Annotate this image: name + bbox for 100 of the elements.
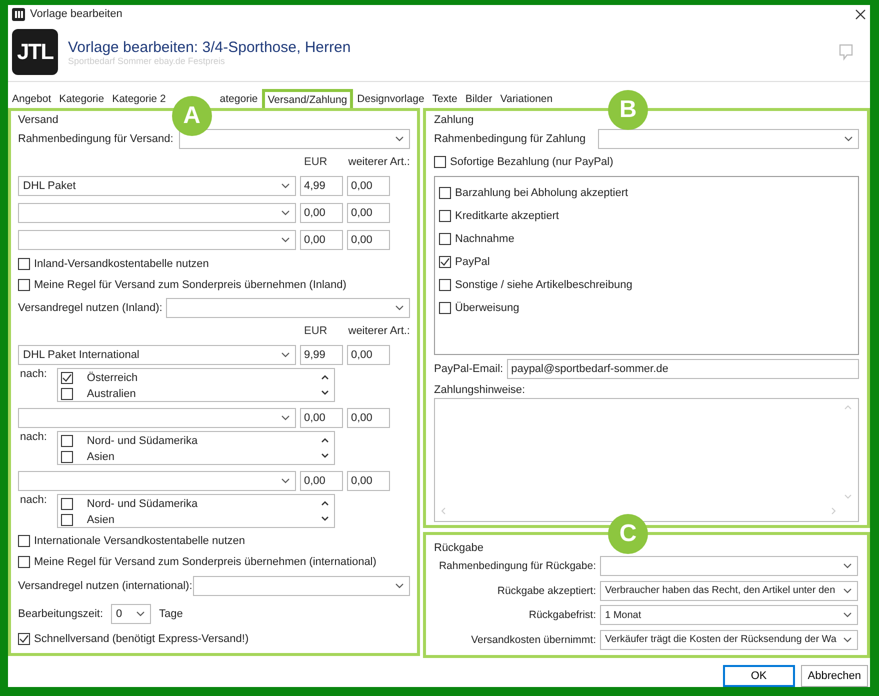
checkbox-label: Barzahlung bei Abholung akzeptiert [455,186,628,199]
list-item[interactable]: Österreich [86,372,138,384]
price-field[interactable]: 0,00 [300,470,343,490]
checkbox[interactable] [439,302,451,314]
window-title: Vorlage bearbeiten [30,8,122,20]
list-item[interactable]: Asien [86,514,114,526]
tab[interactable]: Texte [428,90,462,108]
chevron-icon [844,136,853,142]
scroll-up-icon[interactable] [320,438,329,443]
checkbox[interactable] [18,278,30,290]
price-field[interactable]: 0,00 [300,408,343,428]
dialog-button[interactable]: OK [722,665,795,687]
checkbox[interactable] [439,256,451,268]
tab[interactable]: Kategorie [55,90,108,108]
price-field[interactable]: 0,00 [347,230,390,250]
tab[interactable]: Bilder [461,90,496,108]
scroll-down-icon[interactable] [320,390,329,395]
list-item[interactable]: Asien [86,451,114,463]
annotation-badge: C [608,514,648,554]
dropdown[interactable]: 1 Monat [600,605,858,626]
tab[interactable]: Angebot [8,90,56,108]
field-label: Versandregel nutzen (Inland): [18,302,162,314]
dropdown[interactable]: DHL Paket [18,176,296,196]
price-field[interactable]: 0,00 [300,230,343,250]
price-field[interactable]: 9,99 [300,344,343,364]
field-label: Rahmenbedingung für Versand: [18,133,174,145]
checkbox-label: Kreditkarte akzeptiert [455,210,559,222]
scroll-down-icon[interactable] [320,453,329,458]
checkbox[interactable] [60,388,73,400]
checkbox[interactable] [60,451,73,463]
chevron-icon [281,210,290,216]
checkbox[interactable] [439,186,451,199]
column-header: EUR [304,325,328,337]
checkbox[interactable] [60,372,73,384]
scroll-down-icon[interactable] [320,516,329,521]
checkbox[interactable] [18,556,30,568]
scroll-up-icon[interactable] [320,375,329,380]
close-icon[interactable] [855,8,866,20]
dropdown[interactable]: Verbraucher haben das Recht, den Artikel unter den [600,580,858,601]
list-item[interactable]: Nord- und Südamerika [86,498,198,510]
tab[interactable]: Variationen [496,90,557,108]
checkbox-label: Schnellversand (benötigt Express-Versand!) [34,632,249,644]
list-item[interactable]: Nord- und Südamerika [86,435,198,447]
checkbox[interactable] [439,278,451,291]
chevron-icon [395,305,404,311]
field-label: Versandregel nutzen (international): [18,580,192,592]
dropdown[interactable]: Verkäufer trägt die Kosten der Rücksendung der Wa [600,630,858,650]
chevron-icon [843,636,852,643]
chevron-icon [843,612,852,618]
checkbox-label: Nachnahme [455,232,514,245]
list-item[interactable]: Australien [86,388,136,400]
checkbox-label: Internationale Versandkostentabelle nutzen [34,534,245,546]
field-label: nach: [20,494,47,506]
dialog-button[interactable]: Abbrechen [800,665,868,687]
chevron-icon [843,563,852,570]
checkbox-label: Überweisung [455,302,520,314]
checkbox[interactable] [439,232,451,245]
tab[interactable]: Kategorie 2 [108,90,170,108]
price-field[interactable]: 0,00 [347,408,390,428]
tab[interactable]: Versand/Zahlung [262,89,354,108]
checkbox[interactable] [60,498,73,510]
field-label: Rückgabe akzeptiert: [496,584,596,597]
field-label: nach: [20,431,47,443]
price-field[interactable]: 0,00 [347,176,390,196]
price-field[interactable]: 4,99 [300,176,343,196]
logo: JTL [12,29,58,75]
checkbox[interactable] [60,435,73,447]
field-label: nach: [20,368,47,380]
tab[interactable]: Designvorlage [353,90,428,108]
checkbox-label: Sonstige / siehe Artikelbeschreibung [455,278,632,291]
price-field[interactable]: 0,00 [347,470,390,490]
checkbox-label: Meine Regel für Versand zum Sonderpreis übernehmen (international) [34,556,376,568]
checkbox[interactable] [18,258,30,270]
checkbox[interactable] [434,156,446,168]
tab[interactable]: ategorie [216,90,262,108]
checkbox[interactable] [439,210,451,222]
price-field[interactable]: 0,00 [347,202,390,222]
email-field[interactable]: paypal@sportbedarf-sommer.de [507,359,859,380]
checkbox-label: Sofortige Bezahlung (nur PayPal) [450,156,614,168]
checkbox[interactable] [18,632,30,644]
dropdown[interactable]: DHL Paket International [18,344,296,364]
chevron-icon [281,414,290,420]
field-label: Rahmenbedingung für Zahlung [434,132,586,145]
checkbox-label: Inland-Versandkostentabelle nutzen [34,258,209,270]
annotation-badge: A [172,96,212,136]
annotation-badge: B [608,90,648,130]
chevron-icon [281,352,290,358]
chevron-icon [136,611,145,617]
price-field[interactable]: 0,00 [347,344,390,364]
dropdown[interactable]: 0 [111,604,151,624]
price-field[interactable]: 0,00 [300,202,343,222]
field-label: Rückgabefrist: [528,609,596,622]
chevron-icon [281,182,290,188]
scroll-up-icon[interactable] [320,501,329,506]
chevron-icon [281,478,290,484]
field-label: PayPal-Email: [434,363,504,376]
checkbox-label: Meine Regel für Versand zum Sonderpreis übernehmen (Inland) [34,278,346,290]
checkbox[interactable] [18,534,30,546]
section-title: Zahlung [434,114,474,126]
checkbox[interactable] [60,514,73,526]
